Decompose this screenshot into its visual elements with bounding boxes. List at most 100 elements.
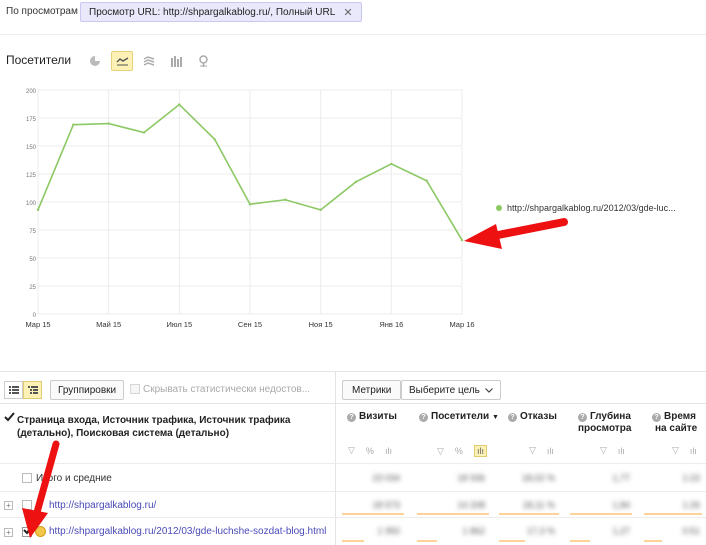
data-point [284, 198, 287, 201]
bar-chart-icon[interactable] [165, 51, 187, 71]
row-time: 0:51 [682, 526, 700, 536]
help-icon[interactable]: ? [578, 413, 587, 422]
line-chart-icon[interactable] [111, 51, 133, 71]
filter-label: По просмотрам [6, 6, 78, 17]
x-tick-label: Сен 15 [238, 320, 262, 329]
bars-icon: ılı [617, 445, 625, 456]
chart-title: Посетители [6, 53, 72, 67]
row-url-link[interactable]: http://shpargalkablog.ru/ [49, 500, 156, 511]
column-tools-visitors[interactable]: ▽% ılı [437, 445, 498, 457]
column-tools-visits[interactable]: ▽% ılı [348, 445, 403, 456]
y-tick-label: 0 [33, 313, 37, 319]
totals-bounces: 18,02 % [521, 473, 555, 483]
x-tick-label: Мар 16 [449, 320, 474, 329]
help-icon[interactable]: ? [652, 413, 661, 422]
column-tools-time[interactable]: ▽ ılı [672, 445, 706, 456]
expand-icon[interactable]: + [4, 528, 13, 537]
bounces-share-bar [499, 513, 559, 515]
row-bounces: 17,3 % [526, 526, 555, 536]
row-time: 1:26 [682, 500, 700, 510]
data-point [319, 208, 322, 212]
column-header-bounces[interactable]: ? Отказы [508, 411, 557, 423]
x-tick-label: Янв 16 [379, 320, 403, 329]
x-tick-label: Мар 15 [25, 320, 50, 329]
data-point [142, 131, 146, 134]
bars-icon: ılı [384, 445, 392, 456]
hide-insignificant-label: Скрывать статистически недостов... [143, 384, 311, 395]
expand-icon[interactable]: + [4, 501, 13, 510]
filter-chip-text: Просмотр URL: http://shpargalkablog.ru/,… [89, 6, 336, 18]
data-point [178, 103, 181, 106]
column-tools-bounces[interactable]: ▽ ılı [529, 445, 565, 456]
legend-marker [496, 205, 502, 211]
goal-select[interactable]: Выберите цель [401, 380, 501, 400]
help-icon[interactable]: ? [508, 413, 517, 422]
filter-icon: ▽ [437, 445, 444, 456]
data-point [354, 180, 358, 184]
data-point [36, 208, 40, 212]
bars-icon: ılı [473, 445, 487, 457]
y-tick-label: 175 [26, 117, 37, 123]
checkbox-checked-icon[interactable] [4, 412, 15, 426]
totals-time: 1:23 [682, 473, 700, 483]
groupings-button[interactable]: Группировки [50, 380, 125, 400]
x-tick-label: Июл 15 [167, 320, 193, 329]
bounces-share-bar [499, 540, 525, 542]
percent-icon: % [454, 446, 463, 456]
totals-visitors: 18 936 [457, 473, 485, 483]
y-tick-label: 75 [29, 229, 36, 235]
bars-icon: ılı [689, 445, 697, 456]
filter-chip[interactable]: Просмотр URL: http://shpargalkablog.ru/,… [80, 2, 362, 22]
chevron-down-icon [484, 386, 493, 395]
column-header-time[interactable]: ? Время на сайте [652, 411, 697, 435]
percent-icon: % [365, 445, 374, 456]
close-icon[interactable]: ✕ [343, 6, 352, 19]
data-point [107, 122, 110, 125]
row-visits: 1 950 [377, 526, 400, 536]
y-tick-label: 100 [26, 201, 37, 207]
filter-icon: ▽ [672, 445, 679, 455]
column-header-visits[interactable]: ? Визиты [347, 411, 397, 423]
y-tick-label: 25 [29, 285, 36, 291]
hide-insignificant-checkbox[interactable] [130, 384, 140, 394]
divider [0, 34, 706, 35]
metrics-button[interactable]: Метрики [342, 380, 402, 400]
divider [0, 491, 706, 492]
data-point [72, 123, 75, 126]
row-bounces: 18,11 % [522, 500, 555, 510]
filter-icon: ▽ [600, 445, 607, 455]
data-point [425, 179, 428, 182]
bars-icon: ılı [546, 445, 554, 456]
list-view-icon[interactable] [4, 381, 23, 399]
divider [0, 403, 706, 404]
depth-share-bar [570, 513, 632, 515]
dimensions-title[interactable]: Страница входа, Источник трафика, Источн… [17, 414, 317, 440]
y-tick-label: 125 [26, 173, 37, 179]
visits-share-bar [342, 513, 404, 515]
divider [0, 517, 706, 518]
totals-depth: 1,77 [612, 473, 630, 483]
column-header-visitors[interactable]: ? Посетители ▼ [419, 411, 499, 424]
x-tick-label: Ноя 15 [309, 320, 333, 329]
visits-share-bar [342, 540, 364, 542]
area-chart-icon[interactable] [138, 51, 160, 71]
column-tools-depth[interactable]: ▽ ılı [600, 445, 636, 456]
visitors-line-chart: 0 25 50 75 100 125 150 175 200 Мар 15 Май 15 Июл 15… [25, 89, 474, 329]
totals-visits: 23 034 [372, 473, 400, 483]
map-pin-icon[interactable] [192, 51, 214, 71]
divider [0, 463, 706, 464]
help-icon[interactable]: ? [347, 413, 356, 422]
goal-select-label: Выберите цель [409, 384, 480, 396]
annotation-arrow-row [22, 440, 60, 538]
data-point [213, 138, 216, 141]
data-point [390, 162, 393, 166]
data-point [248, 203, 252, 206]
row-url-link[interactable]: http://shpargalkablog.ru/2012/03/gde-luc… [49, 526, 326, 537]
pie-chart-icon[interactable] [84, 51, 106, 71]
annotation-arrow-chart [464, 218, 568, 249]
time-share-bar [644, 540, 662, 542]
help-icon[interactable]: ? [419, 413, 428, 422]
sort-desc-icon: ▼ [491, 414, 499, 421]
tree-view-icon[interactable] [23, 381, 42, 399]
column-header-depth[interactable]: ? Глубина просмотра [578, 411, 631, 435]
